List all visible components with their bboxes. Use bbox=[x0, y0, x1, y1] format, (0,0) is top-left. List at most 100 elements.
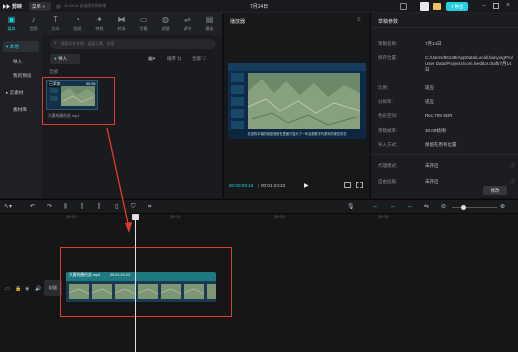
media-sidebar: ▾ 本地 导入 我的预设 ▸ 云素材 素材库 bbox=[0, 35, 42, 198]
sidebar-item-label: 云素材 bbox=[9, 90, 24, 95]
vip-icon[interactable] bbox=[433, 3, 441, 10]
audio-icon: ♪ bbox=[31, 15, 36, 24]
text-icon: T bbox=[53, 15, 58, 24]
split-left-icon[interactable]: ⫿ bbox=[81, 204, 83, 211]
tab-template[interactable]: ▤ 模板 bbox=[200, 14, 219, 34]
tab-caption[interactable]: ▭ 字幕 bbox=[134, 14, 153, 34]
microphone-icon[interactable]: 🎙 bbox=[347, 204, 355, 211]
prop-row-import: 导入方式: 保留在原有位置 bbox=[378, 142, 516, 152]
player-preview[interactable] bbox=[228, 63, 366, 139]
current-time: 00:00:09:16 bbox=[229, 183, 254, 188]
import-label: 导入 bbox=[58, 56, 68, 61]
split-right-icon[interactable]: ⫿ bbox=[98, 204, 100, 211]
snap-icon[interactable]: ⇔ bbox=[390, 204, 396, 211]
minimize-icon[interactable]: – bbox=[482, 3, 485, 9]
timeline-panel: |00:00 |00:10 |00:20 |00:30 ▭ 🔒 ◉ 🔊 封面 大… bbox=[0, 214, 518, 352]
timeline-clip-name: 大唐的唐伯虎.mp4 bbox=[69, 273, 101, 277]
tab-filter[interactable]: ◍ 滤镜 bbox=[156, 14, 175, 34]
timeline-video-clip[interactable]: 大唐的唐伯虎.mp4 00:01:24:22 bbox=[66, 272, 216, 302]
playhead-handle[interactable] bbox=[132, 214, 139, 220]
tab-label: 滤镜 bbox=[161, 26, 170, 31]
lock-icon[interactable]: 🔒 bbox=[15, 286, 21, 292]
search-bar[interactable]: ⌕ 搜索文件名称、画面元素、标签 bbox=[50, 39, 216, 49]
prop-row-ratio: 比例: 适应 bbox=[378, 85, 516, 95]
tab-audio[interactable]: ♪ 音频 bbox=[24, 14, 43, 34]
prop-value: 适应 bbox=[425, 99, 434, 104]
mute-audio-icon[interactable]: 🔊 bbox=[35, 286, 41, 292]
info-icon[interactable]: ⓘ bbox=[510, 163, 515, 169]
tab-effects[interactable]: ✦ 特效 bbox=[90, 14, 109, 34]
total-time: 00:01:24:22 bbox=[261, 183, 286, 188]
prop-row-location: 保存位置: C:/Users/86138/AppData/Local/Jianyi… bbox=[378, 55, 516, 77]
prop-value: 未开启 bbox=[425, 179, 439, 184]
zoom-slider[interactable] bbox=[452, 207, 497, 208]
auto-link-icon[interactable]: ⇋ bbox=[424, 204, 429, 211]
prop-value: Rec.709 SDR bbox=[425, 113, 453, 118]
lock-track-icon[interactable]: ▭ bbox=[5, 286, 10, 292]
preview-axis-icon[interactable]: ⇔ bbox=[407, 204, 413, 211]
export-button[interactable]: ⇪导出 bbox=[446, 2, 468, 11]
tab-transition[interactable]: ⧓ 转场 bbox=[112, 14, 131, 34]
sidebar-item-library[interactable]: 素材库 bbox=[3, 104, 39, 115]
divider bbox=[371, 27, 518, 28]
player-subtitle: 在游的中端的就是我是在里面只显示了一年全部数字代表年的现在情况 bbox=[247, 132, 347, 136]
zoom-in-icon[interactable]: ⊕ bbox=[500, 204, 505, 211]
tab-label: 贴纸 bbox=[73, 26, 82, 31]
prop-row-proxy: 代理模式: 未开启 ⓘ bbox=[378, 163, 516, 173]
split-icon[interactable]: ⫼ bbox=[64, 204, 67, 211]
crop-icon[interactable]: ⌗ bbox=[148, 204, 151, 211]
redo-icon[interactable]: ↷ bbox=[47, 204, 52, 211]
zoom-out-icon[interactable]: ⊖ bbox=[441, 204, 446, 211]
info-icon[interactable]: ⓘ bbox=[510, 179, 515, 185]
all-section-label: 全部 bbox=[49, 69, 58, 74]
fullscreen-icon[interactable] bbox=[356, 182, 363, 188]
marker-icon[interactable]: ⛉ bbox=[131, 204, 136, 211]
select-cursor-icon[interactable]: ↖▾ bbox=[4, 204, 12, 211]
search-icon: ⌕ bbox=[54, 40, 57, 46]
grid-view-icon[interactable]: ▦▾ bbox=[148, 54, 162, 64]
prop-value: 未开启 bbox=[425, 163, 439, 168]
delete-icon[interactable]: ▯ bbox=[115, 204, 118, 211]
layout-icon[interactable] bbox=[400, 3, 407, 10]
title-bar: 剪映 菜单 ▾ 11:45:16 自动保存到本地 7月14日 ⇪导出 – × bbox=[0, 0, 518, 13]
import-button[interactable]: ● 导入 bbox=[50, 54, 80, 64]
sidebar-item-import[interactable]: 导入 bbox=[3, 56, 39, 67]
sidebar-item-local[interactable]: ▾ 本地 bbox=[3, 41, 39, 52]
close-icon[interactable]: × bbox=[506, 2, 510, 10]
sidebar-item-presets[interactable]: 我的预设 bbox=[3, 70, 39, 81]
edit-button[interactable]: 修改 bbox=[483, 186, 507, 195]
filter-button[interactable]: 全部 ▽ bbox=[192, 54, 216, 64]
prop-key: 保存位置: bbox=[378, 55, 398, 60]
fullscreen-ratio-icon[interactable] bbox=[344, 182, 351, 188]
prop-key: 草稿帧率: bbox=[378, 128, 398, 133]
sort-button[interactable]: 排序 ⇅ bbox=[167, 54, 187, 64]
properties-title: 草稿参数 bbox=[378, 19, 399, 25]
media-icon: ▣ bbox=[7, 15, 16, 24]
sidebar-item-label: 本地 bbox=[9, 44, 19, 49]
tab-adjust[interactable]: ⇌ 调节 bbox=[178, 14, 197, 34]
media-panel: ⌕ 搜索文件名称、画面元素、标签 ● 导入 ▦▾ 排序 ⇅ 全部 ▽ 全部 已添… bbox=[42, 35, 222, 198]
timeline-toolbar: ↖▾ ↶ ↷ ⫼ ⫿ ⫿ ▯ ⛉ ⌗ 🎙 ⇔ ⇔ ⇔ ⇋ ⊖ ⊕ bbox=[0, 199, 518, 214]
play-icon[interactable]: ▶ bbox=[304, 182, 309, 189]
prop-row-name: 草稿名称: 7月14日 bbox=[378, 41, 516, 51]
search-input[interactable]: 搜索文件名称、画面元素、标签 bbox=[61, 42, 114, 47]
maximize-icon[interactable] bbox=[493, 3, 499, 9]
avatar[interactable] bbox=[420, 2, 429, 11]
tab-text[interactable]: T 文本 bbox=[46, 14, 65, 34]
link-icon[interactable]: ⇔ bbox=[372, 204, 378, 211]
player-title: 播放器 bbox=[230, 19, 246, 25]
filter-label: 全部 bbox=[192, 56, 201, 61]
sidebar-item-cloud[interactable]: ▸ 云素材 bbox=[3, 87, 39, 98]
divider bbox=[371, 154, 518, 155]
undo-icon[interactable]: ↶ bbox=[30, 204, 35, 211]
tab-media[interactable]: ▣ 媒体 bbox=[2, 14, 21, 34]
draft-properties-panel: 草稿参数 草稿名称: 7月14日 保存位置: C:/Users/86138/AppD… bbox=[370, 13, 518, 198]
visibility-eye-icon[interactable]: ◉ bbox=[25, 286, 29, 292]
player-menu-icon[interactable]: ≡ bbox=[357, 17, 361, 23]
zoom-slider-handle[interactable] bbox=[461, 205, 466, 210]
timeline-clip-duration: 00:01:24:22 bbox=[110, 273, 131, 277]
ruler-tick: |00:00 bbox=[66, 215, 77, 219]
prop-key: 色彩空间: bbox=[378, 113, 398, 118]
tab-sticker[interactable]: ◔ 贴纸 bbox=[68, 14, 87, 34]
playhead[interactable] bbox=[135, 214, 136, 352]
